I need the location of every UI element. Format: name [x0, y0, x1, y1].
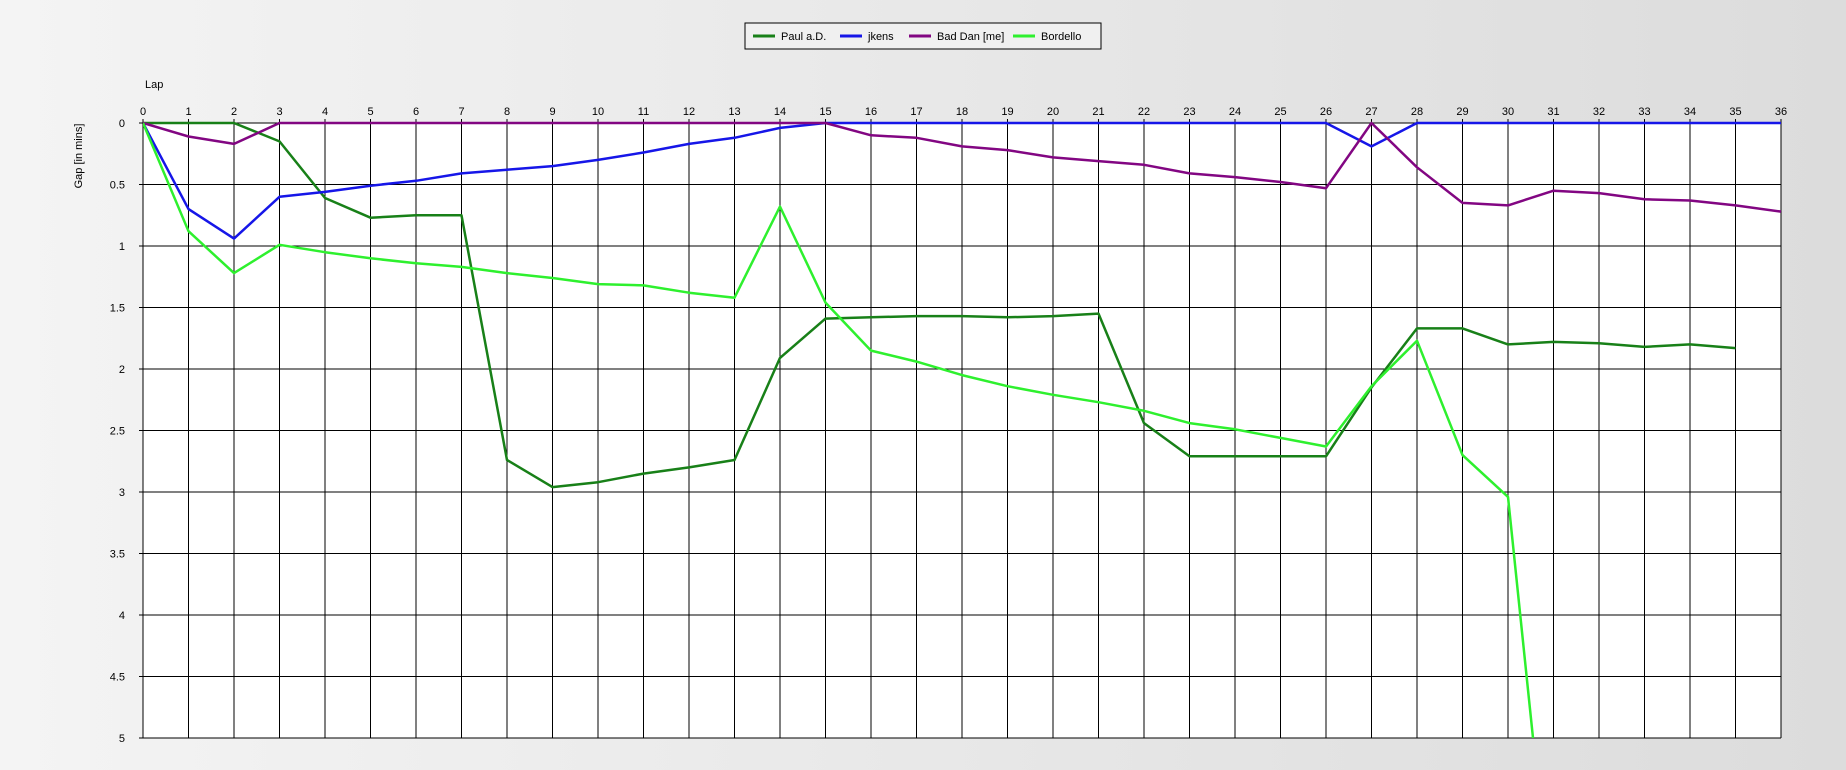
x-tick-label: 2: [231, 106, 237, 118]
x-tick-label: 3: [276, 106, 282, 118]
x-tick-label: 5: [367, 106, 373, 118]
x-tick-label: 30: [1502, 106, 1514, 118]
legend-label-jkens: jkens: [867, 31, 894, 43]
y-tick-label: 0: [119, 118, 125, 130]
x-tick-label: 33: [1638, 106, 1650, 118]
x-tick-label: 15: [819, 106, 831, 118]
x-tick-label: 1: [185, 106, 191, 118]
x-tick-label: 18: [956, 106, 968, 118]
x-tick-label: 7: [458, 106, 464, 118]
x-tick-label: 31: [1547, 106, 1559, 118]
lap-gap-chart: Paul a.D. jkens Bad Dan [me] Bordello 01234…: [73, 22, 1787, 745]
x-tick-label: 8: [504, 106, 510, 118]
x-tick-label: 17: [910, 106, 922, 118]
x-tick-label: 16: [865, 106, 877, 118]
x-tick-label: 20: [1047, 106, 1059, 118]
x-tick-label: 34: [1684, 106, 1696, 118]
y-tick-label: 4: [119, 610, 125, 622]
x-tick-label: 19: [1001, 106, 1013, 118]
x-tick-label: 27: [1365, 106, 1377, 118]
x-tick-label: 26: [1320, 106, 1332, 118]
y-axis: 0 0.5 1 1.5 2 2.5 3 3.5 4 4.5 5: [110, 118, 143, 745]
y-tick-label: 1: [119, 241, 125, 253]
x-tick-label: 10: [592, 106, 604, 118]
y-tick-label: 1.5: [110, 303, 125, 315]
x-tick-label: 23: [1183, 106, 1195, 118]
y-tick-label: 3: [119, 487, 125, 499]
x-tick-label: 36: [1775, 106, 1787, 118]
x-tick-label: 9: [549, 106, 555, 118]
y-tick-label: 4.5: [110, 672, 125, 684]
x-tick-label: 32: [1593, 106, 1605, 118]
x-tick-label: 24: [1229, 106, 1241, 118]
legend-label-bordello: Bordello: [1041, 31, 1081, 43]
legend: Paul a.D. jkens Bad Dan [me] Bordello: [744, 22, 1102, 50]
y-tick-label: 3.5: [110, 549, 125, 561]
legend-label-paul-a-d: Paul a.D.: [781, 31, 826, 43]
y-tick-label: 2: [119, 364, 125, 376]
x-tick-label: 13: [728, 106, 740, 118]
y-axis-label: Gap [in mins]: [73, 124, 85, 189]
x-tick-label: 11: [638, 106, 649, 118]
x-axis-label: Lap: [145, 79, 163, 91]
x-tick-label: 35: [1729, 106, 1741, 118]
x-tick-label: 12: [683, 106, 695, 118]
x-tick-label: 14: [774, 106, 786, 118]
x-tick-label: 28: [1411, 106, 1423, 118]
x-tick-label: 29: [1456, 106, 1468, 118]
x-tick-label: 25: [1274, 106, 1286, 118]
y-tick-label: 2.5: [110, 426, 125, 438]
x-tick-label: 4: [322, 106, 328, 118]
x-tick-label: 6: [413, 106, 419, 118]
x-tick-label: 22: [1138, 106, 1150, 118]
x-tick-label: 0: [140, 106, 146, 118]
x-axis: 0 1 2 3 4 5 6 7 8 9 10 11 12 13 14 15 16 17 18 19 20 21 22 23 24…: [140, 106, 1787, 123]
y-tick-label: 0.5: [110, 180, 125, 192]
x-tick-label: 21: [1092, 106, 1104, 118]
legend-label-bad-dan-me: Bad Dan [me]: [937, 31, 1004, 43]
y-tick-label: 5: [119, 733, 125, 745]
